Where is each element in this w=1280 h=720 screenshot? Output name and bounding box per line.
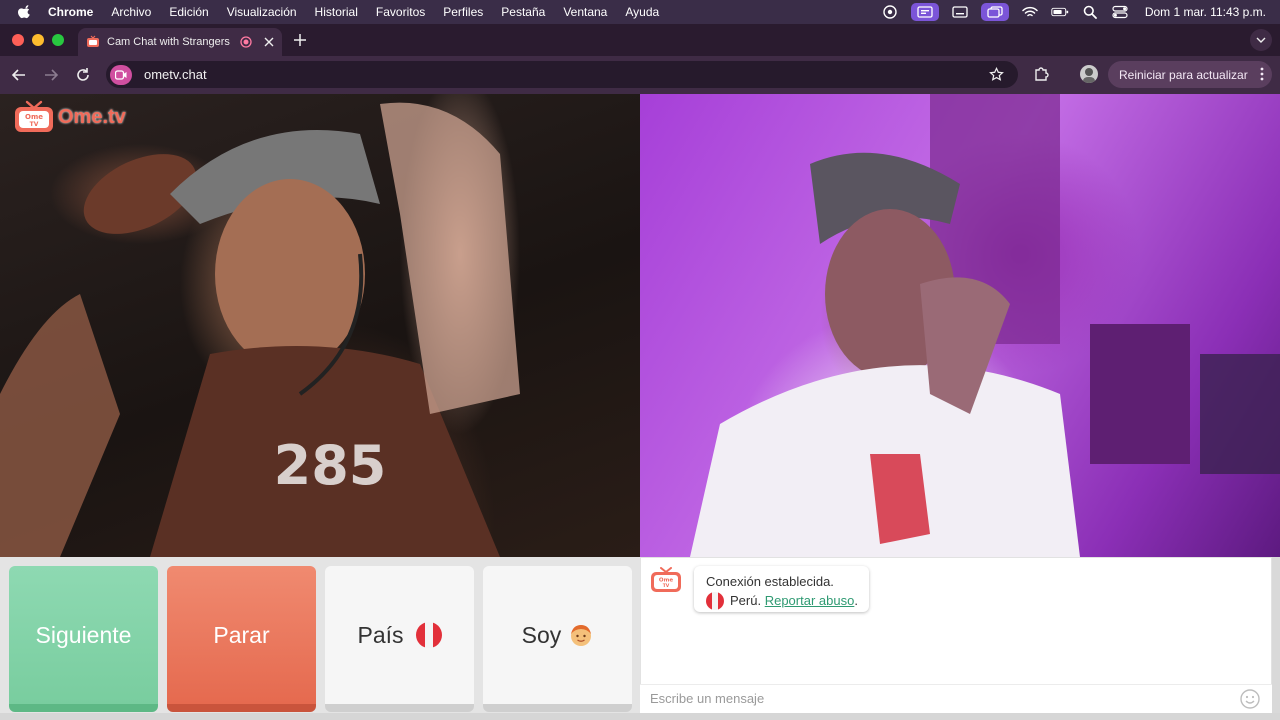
control-center-icon[interactable] [1111,5,1129,19]
menu-historial[interactable]: Historial [315,5,358,19]
country-label: País [357,621,404,648]
menu-favoritos[interactable]: Favoritos [376,5,425,19]
status-area: Dom 1 mar. 11:43 p.m. [881,0,1266,24]
country-button[interactable]: País [325,566,474,712]
svg-text:TV: TV [30,121,39,128]
remote-person-image [690,94,1280,557]
menu-chrome[interactable]: Chrome [48,5,93,19]
menu-visualizacion[interactable]: Visualización [227,5,297,19]
more-menu-icon[interactable] [1260,67,1264,81]
back-icon[interactable] [11,67,27,83]
chevron-down-icon [1256,37,1266,43]
close-window-button[interactable] [12,34,24,46]
connection-status-text: Conexión establecida. [706,574,834,589]
close-tab-icon[interactable] [264,37,274,47]
remote-video-feed [640,94,1280,557]
ometv-chat-avatar-icon: Ome TV [651,567,681,592]
stop-button[interactable]: Parar [167,566,316,712]
screen-record-icon[interactable] [910,3,939,21]
local-person-image: 285 [0,102,520,557]
shirt-text: 285 [274,434,387,497]
tab-cam-chat[interactable]: Cam Chat with Strangers [78,28,282,56]
wifi-icon[interactable] [1021,5,1039,19]
ometv-logo[interactable]: Ome TV Ome.tv [13,100,126,134]
report-abuse-link[interactable]: Reportar abuso [765,591,855,610]
gender-label: Soy [521,621,562,648]
menubar-clock[interactable]: Dom 1 mar. 11:43 p.m. [1145,5,1266,19]
star-icon[interactable] [989,67,1004,82]
macos-menubar: Chrome Archivo Edición Visualización His… [0,0,1280,24]
menu-edicion[interactable]: Edición [169,5,208,19]
forward-icon[interactable] [43,67,59,83]
peru-flag-icon [706,591,724,610]
profile-avatar[interactable] [1080,65,1098,83]
site-info-icon[interactable] [110,64,132,85]
menu-ayuda[interactable]: Ayuda [625,5,659,19]
smiley-icon[interactable] [1240,689,1260,709]
gender-button[interactable]: Soy [483,566,632,712]
minimize-window-button[interactable] [32,34,44,46]
extensions-icon[interactable] [1033,66,1049,82]
tab-title: Cam Chat with Strangers [107,36,230,48]
new-tab-icon[interactable] [292,32,308,48]
search-icon[interactable] [1081,5,1099,19]
stage-manager-icon[interactable] [980,3,1009,21]
battery-icon[interactable] [1051,5,1069,19]
ometv-tv-icon: Ome TV [15,100,53,132]
local-video-feed: 285 [0,94,640,557]
country-line: Perú. Reportar abuso. [706,591,869,610]
tab-search-button[interactable] [1250,29,1272,51]
menu-pestana[interactable]: Pestaña [501,5,545,19]
message-input-bar [640,684,1272,713]
svg-text:TV: TV [663,583,670,589]
svg-text:Ome: Ome [659,578,673,584]
address-bar[interactable]: ometv.chat [106,61,1018,88]
stop-label: Parar [213,621,270,648]
report-suffix: . [854,593,858,608]
boy-face-icon [569,623,593,647]
menu-ventana[interactable]: Ventana [563,5,607,19]
system-message-bubble: Conexión establecida. Perú. Reportar abu… [694,566,869,612]
ometv-wordmark: Ome.tv [58,105,126,128]
menu-archivo[interactable]: Archivo [111,5,151,19]
ometv-favicon-icon [87,35,99,47]
focus-icon[interactable] [881,5,899,19]
next-label: Siguiente [35,621,132,648]
window-bottom-edge [0,713,1280,720]
update-label: Reiniciar para actualizar [1119,67,1248,82]
reload-icon[interactable] [75,67,91,83]
apple-icon[interactable] [18,5,32,19]
country-name: Perú. [730,593,762,608]
svg-text:Ome: Ome [25,113,43,121]
message-input[interactable] [650,685,1230,712]
url-text: ometv.chat [144,67,207,82]
peru-flag-icon [415,622,442,648]
menu-perfiles[interactable]: Perfiles [443,5,483,19]
next-button[interactable]: Siguiente [9,566,158,712]
keyboard-icon[interactable] [951,5,969,19]
recording-indicator-icon [240,36,252,48]
zoom-window-button[interactable] [52,34,64,46]
restart-update-button[interactable]: Reiniciar para actualizar [1108,61,1272,88]
